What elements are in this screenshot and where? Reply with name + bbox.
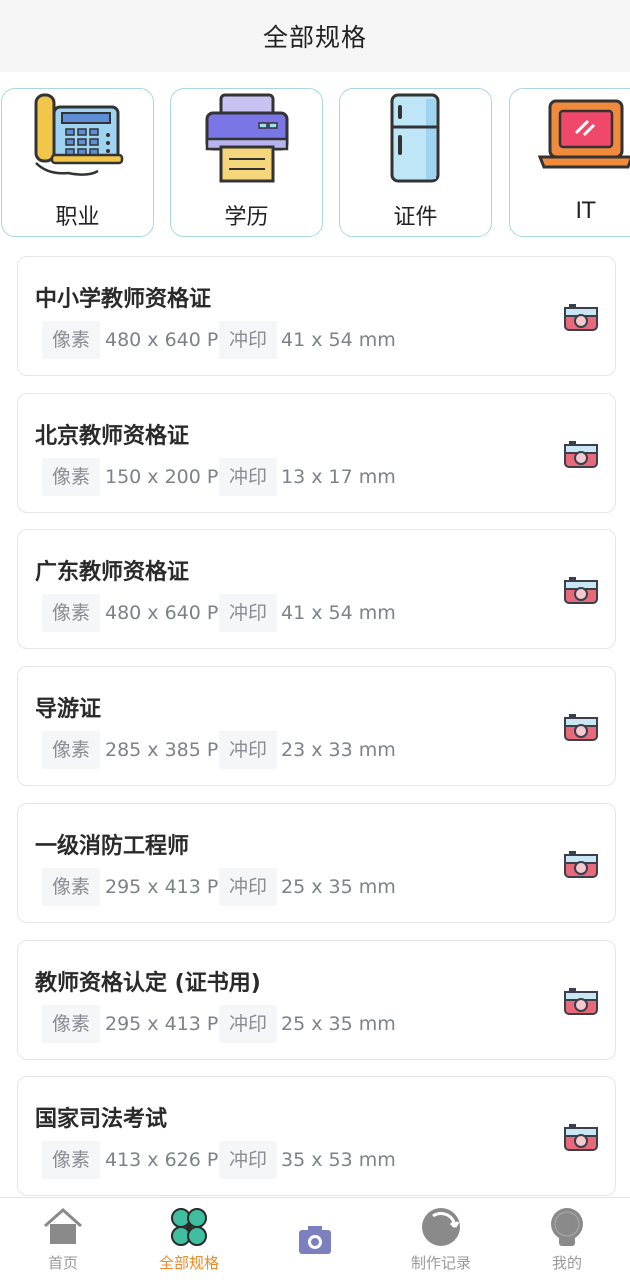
pixel-value: 480 x 640 PX — [105, 602, 232, 624]
print-value: 41 x 54 mm — [281, 602, 396, 624]
category-card-certificate[interactable]: 证件 — [339, 88, 492, 237]
print-label: 冲印 — [219, 458, 278, 496]
print-label: 冲印 — [219, 1005, 278, 1043]
pixel-label: 像素 — [42, 594, 101, 632]
laptop-icon — [537, 99, 630, 169]
pixel-label: 像素 — [42, 321, 101, 359]
pixel-label: 像素 — [42, 1141, 101, 1179]
telephone-icon — [34, 93, 124, 176]
clover-icon — [171, 1208, 207, 1246]
tab-history[interactable]: 制作记录 — [378, 1206, 504, 1276]
pixel-value: 285 x 385 PX — [105, 739, 232, 761]
camera-icon[interactable] — [563, 1122, 599, 1154]
spec-title: 国家司法考试 — [35, 1107, 168, 1132]
print-label: 冲印 — [219, 868, 278, 906]
print-value: 41 x 54 mm — [281, 329, 396, 351]
print-value: 35 x 53 mm — [281, 1149, 396, 1171]
camera-icon[interactable] — [563, 849, 599, 881]
category-card-profession[interactable]: 职业 — [1, 88, 154, 237]
camera-icon[interactable] — [563, 302, 599, 334]
tab-all-specs[interactable]: 全部规格 — [126, 1206, 252, 1276]
category-card-it[interactable]: IT — [509, 88, 630, 237]
pixel-label: 像素 — [42, 458, 101, 496]
spec-card[interactable]: 北京教师资格证 像素 150 x 200 PX 冲印 13 x 17 mm — [17, 393, 616, 513]
spec-title: 中小学教师资格证 — [35, 287, 212, 312]
pixel-label: 像素 — [42, 731, 101, 769]
pixel-value: 413 x 626 PX — [105, 1149, 232, 1171]
pixel-label: 像素 — [42, 1005, 101, 1043]
spec-card[interactable]: 国家司法考试 像素 413 x 626 PX 冲印 35 x 53 mm — [17, 1076, 616, 1196]
print-label: 冲印 — [219, 594, 278, 632]
category-label: IT — [575, 199, 596, 224]
print-value: 25 x 35 mm — [281, 876, 396, 898]
pixel-value: 480 x 640 PX — [105, 329, 232, 351]
category-card-education[interactable]: 学历 — [170, 88, 323, 237]
category-label: 学历 — [224, 205, 269, 230]
spec-title: 北京教师资格证 — [35, 424, 190, 449]
spec-title: 广东教师资格证 — [35, 560, 190, 585]
page-header: 全部规格 — [0, 0, 630, 72]
print-value: 13 x 17 mm — [281, 466, 396, 488]
home-icon — [44, 1207, 82, 1244]
history-icon — [422, 1208, 460, 1246]
camera-icon — [299, 1226, 331, 1254]
print-label: 冲印 — [219, 321, 278, 359]
print-value: 23 x 33 mm — [281, 739, 396, 761]
spec-title: 导游证 — [35, 697, 102, 722]
category-label: 证件 — [393, 205, 438, 230]
profile-icon — [551, 1208, 583, 1246]
pixel-value: 150 x 200 PX — [105, 466, 232, 488]
spec-card[interactable]: 导游证 像素 285 x 385 PX 冲印 23 x 33 mm — [17, 666, 616, 786]
spec-title: 一级消防工程师 — [35, 834, 190, 859]
tab-home[interactable]: 首页 — [0, 1206, 126, 1276]
tab-label: 制作记录 — [410, 1254, 471, 1272]
spec-card[interactable]: 中小学教师资格证 像素 480 x 640 PX 冲印 41 x 54 mm — [17, 256, 616, 376]
pixel-value: 295 x 413 PX — [105, 876, 232, 898]
spec-card[interactable]: 广东教师资格证 像素 480 x 640 PX 冲印 41 x 54 mm — [17, 529, 616, 649]
tab-label: 我的 — [551, 1254, 582, 1272]
refrigerator-icon — [390, 93, 440, 183]
tab-label: 全部规格 — [158, 1254, 219, 1272]
pixel-value: 295 x 413 PX — [105, 1013, 232, 1035]
category-row: 职业 学历 证件 IT — [0, 88, 630, 238]
camera-icon[interactable] — [563, 986, 599, 1018]
spec-card[interactable]: 一级消防工程师 像素 295 x 413 PX 冲印 25 x 35 mm — [17, 803, 616, 923]
tab-label: 首页 — [47, 1254, 78, 1272]
tab-profile[interactable]: 我的 — [504, 1206, 630, 1276]
page-title: 全部规格 — [262, 23, 367, 52]
bottom-tab-bar: 首页 全部规格 制作记录 我的 — [0, 1197, 630, 1280]
tab-camera[interactable] — [252, 1206, 378, 1276]
camera-icon[interactable] — [563, 712, 599, 744]
spec-card[interactable]: 教师资格认定 (证书用) 像素 295 x 413 PX 冲印 25 x 35 … — [17, 940, 616, 1060]
camera-icon[interactable] — [563, 439, 599, 471]
spec-title: 教师资格认定 (证书用) — [35, 971, 261, 996]
camera-icon[interactable] — [563, 575, 599, 607]
print-label: 冲印 — [219, 731, 278, 769]
print-value: 25 x 35 mm — [281, 1013, 396, 1035]
pixel-label: 像素 — [42, 868, 101, 906]
printer-icon — [205, 93, 289, 183]
category-label: 职业 — [55, 205, 100, 230]
print-label: 冲印 — [219, 1141, 278, 1179]
